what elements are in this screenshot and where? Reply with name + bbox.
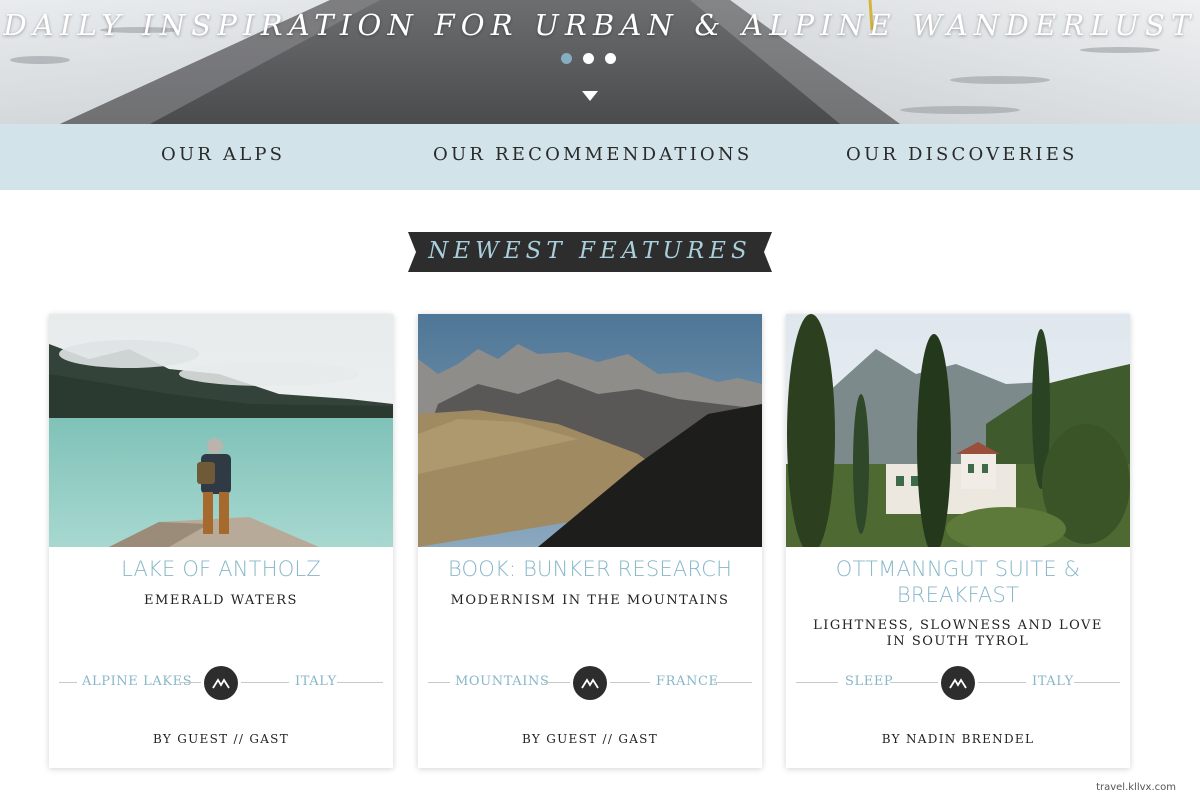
divider xyxy=(890,682,938,683)
chevron-down-icon[interactable] xyxy=(582,91,598,101)
card-meta-row: SLEEP ITALY xyxy=(786,666,1130,700)
category-link[interactable]: MOUNTAINS xyxy=(455,674,549,689)
nav-item-our-alps[interactable]: OUR ALPS xyxy=(161,144,285,165)
card-title[interactable]: OTTMANNGUT SUITE & BREAKFAST xyxy=(796,556,1120,608)
card-title[interactable]: BOOK: BUNKER RESEARCH xyxy=(428,556,752,582)
divider xyxy=(610,682,650,683)
hero-banner: DAILY INSPIRATION FOR URBAN & ALPINE WAN… xyxy=(0,0,1200,124)
country-link[interactable]: ITALY xyxy=(295,674,337,689)
card-author: BY GUEST // GAST xyxy=(152,732,290,746)
card-title[interactable]: LAKE OF ANTHOLZ xyxy=(59,556,383,582)
slider-dot-1[interactable] xyxy=(561,53,572,64)
divider xyxy=(714,682,752,683)
section-title: NEWEST FEATURES xyxy=(428,238,752,264)
category-link[interactable]: SLEEP xyxy=(845,674,893,689)
divider xyxy=(544,682,570,683)
divider xyxy=(241,682,289,683)
watermark: travel.kllvx.com xyxy=(1096,782,1176,793)
card-author: BY NADIN BRENDEL xyxy=(881,732,1035,746)
mountain-logo-icon xyxy=(204,666,238,700)
feature-card-lake-of-antholz[interactable]: LAKE OF ANTHOLZ EMERALD WATERS ALPINE LA… xyxy=(49,314,393,768)
section-banner: NEWEST FEATURES xyxy=(408,232,772,272)
country-link[interactable]: FRANCE xyxy=(656,674,719,689)
country-link[interactable]: ITALY xyxy=(1032,674,1074,689)
card-subtitle: LIGHTNESS, SLOWNESS AND LOVE IN SOUTH TY… xyxy=(813,618,1103,649)
divider xyxy=(59,682,77,683)
card-image-mountains[interactable] xyxy=(418,314,762,547)
mountain-logo-icon xyxy=(573,666,607,700)
card-meta-row: MOUNTAINS FRANCE xyxy=(418,666,762,700)
card-image-villa[interactable] xyxy=(786,314,1130,547)
divider xyxy=(796,682,838,683)
hero-tagline: DAILY INSPIRATION FOR URBAN & ALPINE WAN… xyxy=(3,8,1197,42)
card-meta-row: ALPINE LAKES ITALY xyxy=(49,666,393,700)
divider xyxy=(337,682,383,683)
slider-dot-3[interactable] xyxy=(605,53,616,64)
divider xyxy=(978,682,1026,683)
card-image-lake[interactable] xyxy=(49,314,393,547)
divider xyxy=(179,682,201,683)
feature-card-ottmanngut[interactable]: OTTMANNGUT SUITE & BREAKFAST LIGHTNESS, … xyxy=(786,314,1130,768)
slider-dot-2[interactable] xyxy=(583,53,594,64)
feature-card-bunker-research[interactable]: BOOK: BUNKER RESEARCH MODERNISM IN THE M… xyxy=(418,314,762,768)
category-link[interactable]: ALPINE LAKES xyxy=(82,674,192,689)
card-subtitle: EMERALD WATERS xyxy=(144,593,298,608)
nav-item-our-recommendations[interactable]: OUR RECOMMENDATIONS xyxy=(433,144,752,165)
divider xyxy=(428,682,450,683)
divider xyxy=(1074,682,1120,683)
nav-item-our-discoveries[interactable]: OUR DISCOVERIES xyxy=(846,144,1078,165)
slider-dots xyxy=(561,53,616,64)
card-subtitle: MODERNISM IN THE MOUNTAINS xyxy=(450,593,730,608)
card-author: BY GUEST // GAST xyxy=(521,732,659,746)
main-nav: OUR ALPS OUR RECOMMENDATIONS OUR DISCOVE… xyxy=(0,124,1200,190)
mountain-logo-icon xyxy=(941,666,975,700)
